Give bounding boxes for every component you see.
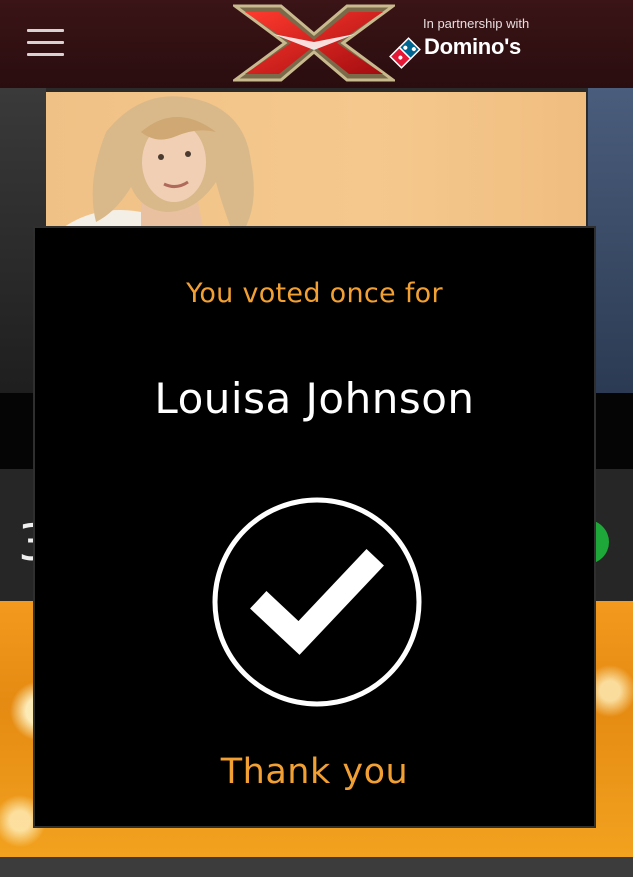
app-header: In partnership with Domino's xyxy=(0,0,633,88)
partner-branding: In partnership with Domino's xyxy=(388,14,628,74)
dominos-logo-icon xyxy=(389,37,421,69)
partner-caption: In partnership with xyxy=(423,16,530,31)
x-factor-logo[interactable] xyxy=(233,4,395,82)
checkmark-circle-icon xyxy=(212,497,422,707)
vote-caption: You voted once for xyxy=(186,278,443,309)
hamburger-menu-icon[interactable] xyxy=(27,29,64,57)
contestant-name: Louisa Johnson xyxy=(154,374,475,423)
vote-confirmation-modal: You voted once for Louisa Johnson Thank … xyxy=(33,226,596,828)
thank-you-text: Thank you xyxy=(220,752,409,792)
footer-strip xyxy=(0,857,633,877)
partner-name: Domino's xyxy=(424,34,521,59)
